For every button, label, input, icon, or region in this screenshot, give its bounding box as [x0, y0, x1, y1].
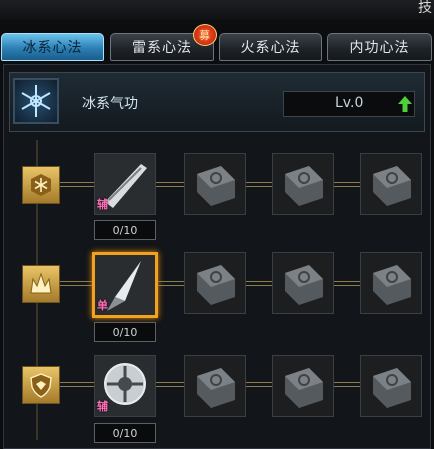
level-up-icon[interactable] — [398, 96, 412, 116]
tab-inner-method[interactable]: 内功心法 — [327, 33, 432, 61]
tab-thunder-method[interactable]: 雷系心法募 — [110, 24, 217, 61]
tree-connector — [60, 281, 92, 286]
snowflake-emblem-icon[interactable] — [22, 166, 60, 204]
tree-connector — [334, 182, 360, 187]
skill-level-count: 0/10 — [94, 423, 156, 443]
locked-skill-slot[interactable] — [272, 153, 334, 215]
tree-connector — [60, 182, 94, 187]
tree-connector — [334, 281, 360, 286]
tab-label: 内功心法 — [349, 40, 410, 56]
tree-connector — [156, 182, 184, 187]
tab-fire-method[interactable]: 火系心法 — [219, 33, 322, 61]
tree-connector — [158, 281, 184, 286]
level-value: Lv.0 — [335, 95, 364, 111]
locked-skill-slot[interactable] — [184, 355, 246, 417]
tree-connector — [334, 382, 360, 387]
locked-skill-slot[interactable] — [360, 252, 422, 314]
tab-label: 冰系心法 — [22, 40, 83, 56]
tree-connector — [246, 281, 272, 286]
skill-level-count: 0/10 — [94, 322, 156, 342]
locked-skill-slot[interactable] — [272, 252, 334, 314]
locked-skill-slot[interactable] — [360, 153, 422, 215]
locked-skill-slot[interactable] — [272, 355, 334, 417]
window-title-bar: 技 — [0, 0, 434, 20]
locked-skill-slot[interactable] — [184, 252, 246, 314]
ice-spear-skill-icon[interactable]: 单 — [92, 252, 158, 318]
skill-type-tag: 辅 — [97, 198, 108, 211]
ice-sword-skill-icon[interactable]: 辅 — [94, 153, 156, 215]
tree-connector — [246, 382, 272, 387]
recruit-badge: 募 — [193, 24, 217, 46]
window-title: 技 — [418, 0, 432, 16]
tab-label: 火系心法 — [240, 40, 301, 56]
ice-wheel-skill-icon[interactable]: 辅 — [94, 355, 156, 417]
skill-type-tag: 辅 — [97, 400, 108, 413]
skill-type-tag: 单 — [97, 299, 108, 312]
tab-label: 雷系心法 — [132, 40, 192, 56]
tree-connector — [156, 382, 184, 387]
locked-skill-slot[interactable] — [184, 153, 246, 215]
locked-skill-slot[interactable] — [360, 355, 422, 417]
header-title: 冰系气功 — [82, 96, 138, 112]
tree-connector — [60, 382, 94, 387]
flame-crown-emblem-icon[interactable] — [22, 265, 60, 303]
shield-emblem-icon[interactable] — [22, 366, 60, 404]
tree-connector — [246, 182, 272, 187]
ice-qigong-icon[interactable] — [13, 78, 59, 124]
tab-ice-method[interactable]: 冰系心法 — [1, 33, 104, 61]
skill-level-count: 0/10 — [94, 220, 156, 240]
